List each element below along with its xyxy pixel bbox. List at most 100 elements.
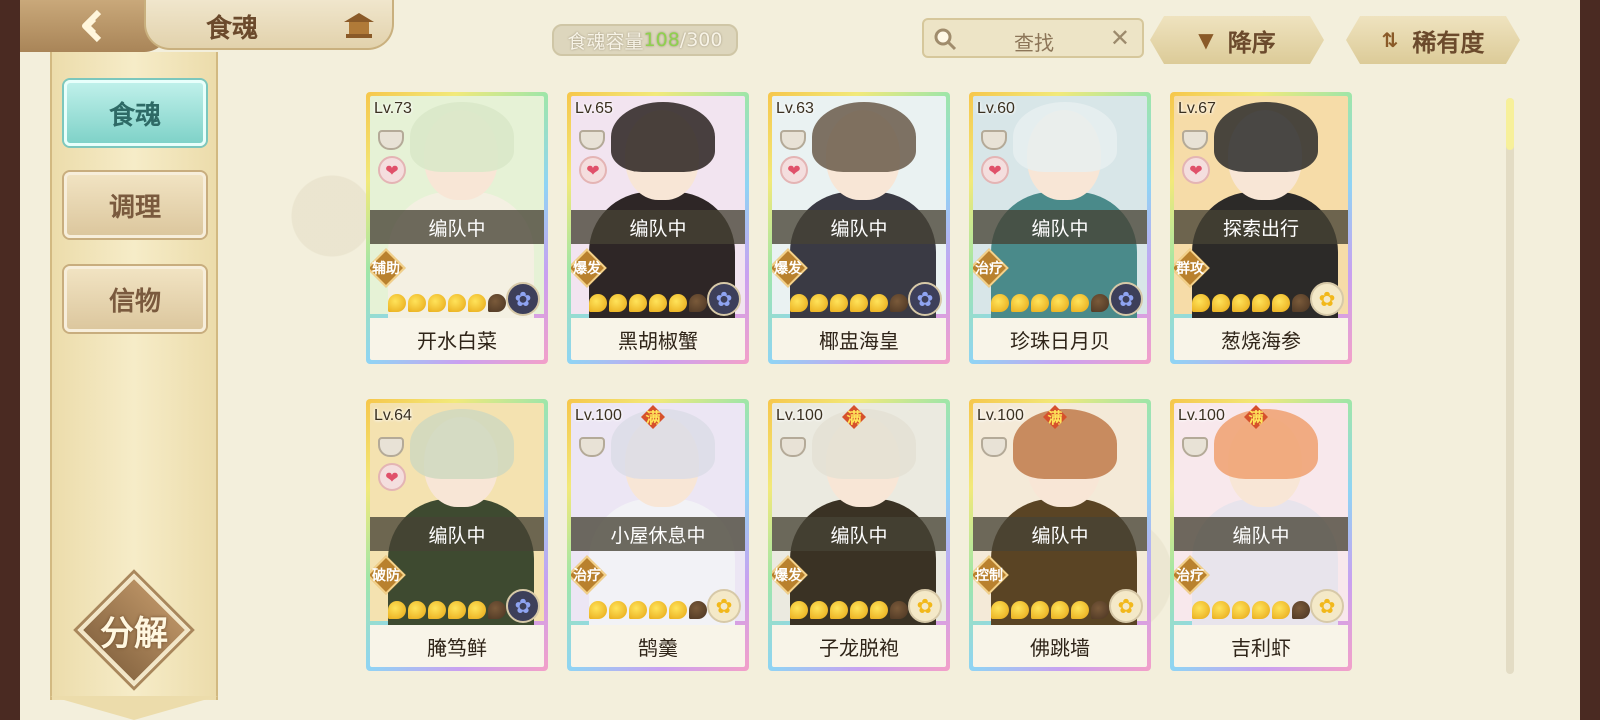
character-hair [812,409,916,479]
card-inner: Lv.64 ❤ 编队中 破防 ✿ 腌笃鲜 [370,403,544,667]
character-hair [611,409,715,479]
star-icon [1011,601,1029,619]
star-icon [629,601,647,619]
triangle-down-icon: ▼ [1198,28,1214,52]
food-soul-card[interactable]: Lv.100 满 编队中 治疗 ✿ 吉利虾 [1170,399,1352,671]
star-icon [649,294,667,312]
star-icon [1031,294,1049,312]
decompose-button[interactable]: 分解 [77,573,191,687]
star-icon [1071,294,1089,312]
role-label: 爆发 [573,261,601,277]
role-badge: 控制 [973,555,1009,595]
star-icon [830,294,848,312]
star-icon [1272,601,1290,619]
star-icon [689,294,707,312]
heart-icon: ❤ [780,156,808,184]
status-banner: 小屋休息中 [571,517,745,551]
level-label: Lv.100 [776,407,823,424]
star-icon [1192,601,1210,619]
card-name-label: 葱烧海参 [1221,328,1301,353]
capacity-current: 108 [643,29,680,51]
star-icon [488,294,506,312]
sidebar-item-food-souls[interactable]: 食魂 [64,80,206,146]
card-name: 鹄羹 [571,625,745,667]
star-icon [428,601,446,619]
rarity-stars [589,601,707,619]
role-label: 爆发 [774,261,802,277]
top-bar: 食魂 食魂容量 108/300 查找 ✕ ▼ 降序 ⇅ 稀有度 [20,0,1580,52]
status-banner: 编队中 [1174,517,1348,551]
food-soul-card[interactable]: Lv.100 满 编队中 爆发 ✿ 子龙脱袍 [768,399,950,671]
sidebar-item-tokens[interactable]: 信物 [64,266,206,332]
home-icon[interactable] [342,10,376,40]
food-soul-card[interactable]: Lv.100 满 编队中 控制 ✿ 佛跳墙 [969,399,1151,671]
food-soul-card[interactable]: Lv.65 ❤ 编队中 爆发 ✿ 黑胡椒蟹 [567,92,749,364]
star-icon [609,294,627,312]
sidebar-item-cooking[interactable]: 调理 [64,172,206,238]
rarity-stars [388,601,506,619]
food-soul-card[interactable]: Lv.63 ❤ 编队中 爆发 ✿ 椰盅海皇 [768,92,950,364]
level-label: Lv.67 [1178,100,1216,117]
status-banner: 编队中 [370,517,544,551]
title-pill: 食魂 [144,0,394,50]
card-name: 吉利虾 [1174,625,1348,667]
card-inner: Lv.100 满 编队中 爆发 ✿ 子龙脱袍 [772,403,946,667]
star-icon [669,294,687,312]
star-icon [448,294,466,312]
star-icon [1232,601,1250,619]
food-soul-card[interactable]: Lv.67 ❤ 探索出行 群攻 ✿ 葱烧海参 [1170,92,1352,364]
star-icon [488,601,506,619]
card-name: 子龙脱袍 [772,625,946,667]
card-inner: Lv.63 ❤ 编队中 爆发 ✿ 椰盅海皇 [772,96,946,360]
star-icon [1232,294,1250,312]
status-label: 编队中 [1031,217,1089,240]
star-icon [388,601,406,619]
character-hair [1214,409,1318,479]
element-flower-icon: ✿ [908,589,942,623]
star-icon [1071,601,1089,619]
star-icon [810,294,828,312]
rarity-stars [790,294,908,312]
food-soul-card[interactable]: Lv.60 ❤ 编队中 治疗 ✿ 珍珠日月贝 [969,92,1151,364]
capacity-max: /300 [679,29,723,51]
character-hair [812,102,916,172]
food-soul-card[interactable]: Lv.73 ❤ 编队中 辅助 ✿ 开水白菜 [366,92,548,364]
star-icon [790,601,808,619]
decompose-label: 分解 [100,614,168,654]
role-badge: 治疗 [973,248,1009,288]
card-name-label: 腌笃鲜 [427,635,487,660]
card-inner: Lv.100 满 编队中 控制 ✿ 佛跳墙 [973,403,1147,667]
level-label: Lv.100 [575,407,622,424]
sort-order-button[interactable]: ▼ 降序 [1150,16,1324,64]
sort-rarity-button[interactable]: ⇅ 稀有度 [1346,16,1520,64]
role-badge: 群攻 [1174,248,1210,288]
role-badge: 爆发 [571,248,607,288]
rarity-stars [991,601,1109,619]
role-badge: 破防 [370,555,406,595]
search-icon [934,28,957,51]
card-inner: Lv.100 满 编队中 治疗 ✿ 吉利虾 [1174,403,1348,667]
food-soul-card[interactable]: Lv.100 满 小屋休息中 治疗 ✿ 鹄羹 [567,399,749,671]
heart-icon: ❤ [1182,156,1210,184]
clear-icon[interactable]: ✕ [1110,24,1130,52]
star-icon [991,294,1009,312]
star-icon [1091,601,1109,619]
card-name: 珍珠日月贝 [973,318,1147,360]
star-icon [1011,294,1029,312]
card-name: 葱烧海参 [1174,318,1348,360]
rarity-stars [388,294,506,312]
scrollbar[interactable] [1506,98,1514,674]
role-badge: 治疗 [571,555,607,595]
heart-icon: ❤ [579,156,607,184]
role-label: 控制 [975,568,1003,584]
star-icon [669,601,687,619]
scrollbar-thumb[interactable] [1506,98,1514,150]
star-icon [890,601,908,619]
star-icon [991,601,1009,619]
capacity-indicator: 食魂容量 108/300 [552,24,738,56]
element-flower-icon: ✿ [908,282,942,316]
card-name-label: 吉利虾 [1231,635,1291,660]
food-soul-card[interactable]: Lv.64 ❤ 编队中 破防 ✿ 腌笃鲜 [366,399,548,671]
card-inner: Lv.67 ❤ 探索出行 群攻 ✿ 葱烧海参 [1174,96,1348,360]
search-box[interactable]: 查找 ✕ [922,18,1144,58]
